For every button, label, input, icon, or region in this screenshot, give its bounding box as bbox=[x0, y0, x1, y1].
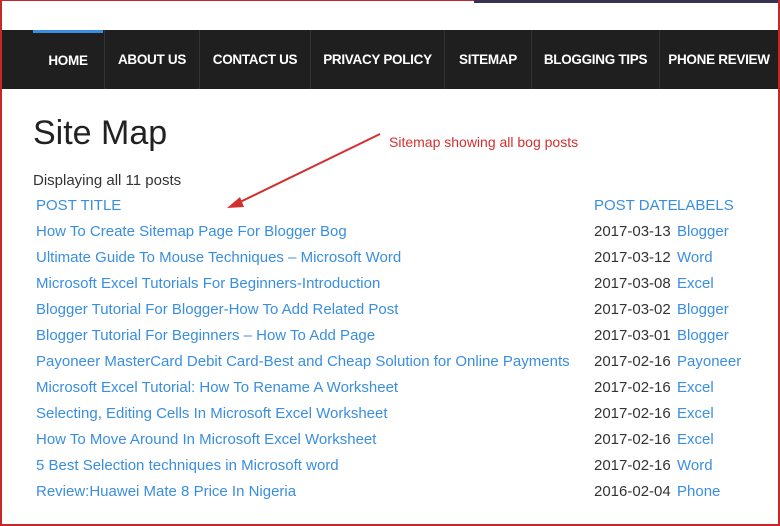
post-label-link[interactable]: Word bbox=[677, 249, 713, 266]
column-header-date[interactable]: POST DATE bbox=[594, 197, 678, 214]
column-header-title[interactable]: POST TITLE bbox=[36, 197, 121, 214]
post-date: 2017-03-02 bbox=[594, 301, 671, 318]
table-row: Microsoft Excel Tutorial: How To Rename … bbox=[0, 379, 780, 405]
post-date: 2017-03-13 bbox=[594, 223, 671, 240]
post-date: 2017-02-16 bbox=[594, 431, 671, 448]
post-date: 2017-02-16 bbox=[594, 405, 671, 422]
post-label-link[interactable]: Excel bbox=[677, 405, 714, 422]
post-title-link[interactable]: Payoneer MasterCard Debit Card-Best and … bbox=[36, 353, 570, 370]
post-date: 2017-03-12 bbox=[594, 249, 671, 266]
table-row: Payoneer MasterCard Debit Card-Best and … bbox=[0, 353, 780, 379]
post-date: 2016-02-04 bbox=[594, 483, 671, 500]
post-label-link[interactable]: Excel bbox=[677, 275, 714, 292]
post-label-link[interactable]: Phone bbox=[677, 483, 720, 500]
post-date: 2017-02-16 bbox=[594, 457, 671, 474]
post-title-link[interactable]: Review:Huawei Mate 8 Price In Nigeria bbox=[36, 483, 296, 500]
table-row: 5 Best Selection techniques in Microsoft… bbox=[0, 457, 780, 483]
post-title-link[interactable]: How To Move Around In Microsoft Excel Wo… bbox=[36, 431, 376, 448]
post-label-link[interactable]: Blogger bbox=[677, 327, 729, 344]
post-date: 2017-03-08 bbox=[594, 275, 671, 292]
post-label-link[interactable]: Payoneer bbox=[677, 353, 741, 370]
arrow-line bbox=[237, 133, 381, 204]
post-title-link[interactable]: How To Create Sitemap Page For Blogger B… bbox=[36, 223, 347, 240]
post-date: 2017-02-16 bbox=[594, 379, 671, 396]
post-title-link[interactable]: Selecting, Editing Cells In Microsoft Ex… bbox=[36, 405, 388, 422]
post-label-link[interactable]: Excel bbox=[677, 379, 714, 396]
post-label-link[interactable]: Blogger bbox=[677, 223, 729, 240]
post-title-link[interactable]: Microsoft Excel Tutorials For Beginners-… bbox=[36, 275, 380, 292]
table-row: Selecting, Editing Cells In Microsoft Ex… bbox=[0, 405, 780, 431]
table-row: Ultimate Guide To Mouse Techniques – Mic… bbox=[0, 249, 780, 275]
table-row: Blogger Tutorial For Blogger-How To Add … bbox=[0, 301, 780, 327]
post-title-link[interactable]: 5 Best Selection techniques in Microsoft… bbox=[36, 457, 339, 474]
table-row: How To Create Sitemap Page For Blogger B… bbox=[0, 223, 780, 249]
post-date: 2017-02-16 bbox=[594, 353, 671, 370]
arrow-head bbox=[227, 197, 244, 208]
column-header-labels[interactable]: LABELS bbox=[677, 197, 734, 214]
post-label-link[interactable]: Blogger bbox=[677, 301, 729, 318]
post-title-link[interactable]: Blogger Tutorial For Blogger-How To Add … bbox=[36, 301, 398, 318]
table-row: Review:Huawei Mate 8 Price In Nigeria 201… bbox=[0, 483, 780, 509]
post-label-link[interactable]: Excel bbox=[677, 431, 714, 448]
post-title-link[interactable]: Blogger Tutorial For Beginners – How To … bbox=[36, 327, 375, 344]
post-count: Displaying all 11 posts bbox=[33, 172, 182, 189]
post-date: 2017-03-01 bbox=[594, 327, 671, 344]
table-row: How To Move Around In Microsoft Excel Wo… bbox=[0, 431, 780, 457]
post-title-link[interactable]: Microsoft Excel Tutorial: How To Rename … bbox=[36, 379, 398, 396]
table-row: Microsoft Excel Tutorials For Beginners-… bbox=[0, 275, 780, 301]
table-row: Blogger Tutorial For Beginners – How To … bbox=[0, 327, 780, 353]
post-label-link[interactable]: Word bbox=[677, 457, 713, 474]
post-title-link[interactable]: Ultimate Guide To Mouse Techniques – Mic… bbox=[36, 249, 401, 266]
